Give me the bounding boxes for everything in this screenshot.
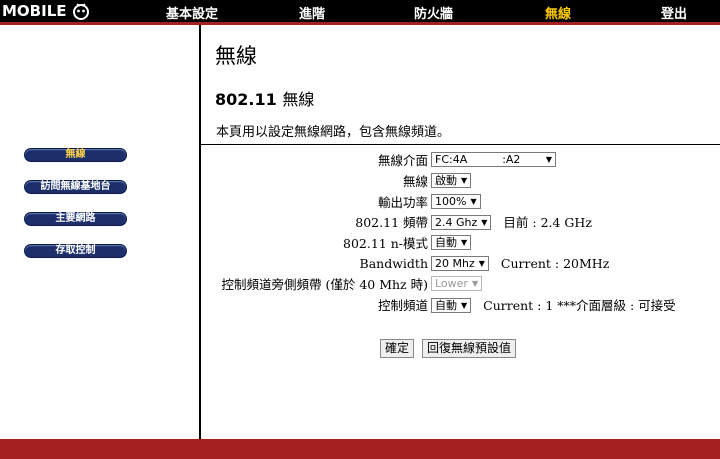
channel-select[interactable]: 自動 ▼: [431, 298, 472, 313]
channel-label: 控制頻道: [377, 298, 428, 313]
chevron-down-icon: ▼: [481, 218, 488, 227]
section-divider: [201, 144, 720, 145]
interface-label: 無線介面: [377, 153, 428, 168]
interface-select[interactable]: FC:4A :A2 ▼: [431, 152, 556, 167]
chevron-down-icon: ▼: [471, 279, 479, 288]
bandwidth-label: Bandwidth: [359, 256, 428, 271]
row-bandwidth: Bandwidth 20 Mhz ▼ Current : 20MHz: [0, 255, 720, 272]
nmode-label: 802.11 n-模式: [343, 236, 428, 251]
band-current: 目前 : 2.4 GHz: [503, 215, 592, 230]
sideband-value: Lower: [435, 277, 468, 290]
row-sideband: 控制頻道旁側頻帶 (僅於 40 Mhz 時) Lower ▼: [0, 276, 720, 293]
power-label: 輸出功率: [377, 195, 428, 210]
chevron-down-icon: ▼: [461, 238, 468, 247]
logo-text: MOBILE: [2, 2, 67, 20]
sideband-label: 控制頻道旁側頻帶 (僅於 40 Mhz 時): [221, 277, 429, 292]
bandwidth-select[interactable]: 20 Mhz ▼: [431, 256, 489, 271]
nav-advanced[interactable]: 進階: [299, 3, 325, 22]
row-interface: 無線介面 FC:4A :A2 ▼: [0, 152, 720, 169]
nav-wireless[interactable]: 無線: [545, 3, 571, 22]
top-nav-bar: MOBILE 基本設定 進階 防火牆 無線 登出: [0, 0, 720, 22]
band-select[interactable]: 2.4 Ghz ▼: [431, 215, 492, 230]
page-title: 無線: [215, 44, 257, 68]
power-value: 100%: [435, 195, 467, 208]
ok-button[interactable]: 確定: [380, 339, 415, 358]
subtitle-suffix: 無線: [282, 90, 315, 109]
bandwidth-current: Current : 20MHz: [500, 256, 610, 271]
chevron-down-icon: ▼: [545, 155, 552, 164]
nav-firewall[interactable]: 防火牆: [414, 3, 453, 22]
channel-value: 自動: [435, 299, 457, 312]
row-nmode: 802.11 n-模式 自動 ▼: [0, 235, 720, 252]
page-subtitle: 802.11 無線: [215, 86, 314, 110]
nmode-select[interactable]: 自動 ▼: [431, 235, 472, 250]
nmode-value: 自動: [435, 236, 457, 249]
sidebar-divider: [199, 25, 201, 439]
wireless-value: 啟動: [435, 174, 457, 187]
bandwidth-value: 20 Mhz: [435, 257, 475, 270]
chevron-down-icon: ▼: [470, 197, 477, 206]
power-select[interactable]: 100% ▼: [431, 194, 481, 209]
nav-basic-settings[interactable]: 基本設定: [166, 3, 218, 22]
row-band: 802.11 頻帶 2.4 Ghz ▼ 目前 : 2.4 GHz: [0, 214, 720, 231]
footer-bar: [0, 439, 720, 459]
chevron-down-icon: ▼: [461, 301, 468, 310]
subtitle-prefix: 802.11: [215, 90, 277, 109]
sideband-select[interactable]: Lower ▼: [431, 276, 483, 291]
chevron-down-icon: ▼: [461, 176, 468, 185]
header-divider: [0, 22, 720, 25]
band-label: 802.11 頻帶: [355, 215, 428, 230]
chevron-down-icon: ▼: [478, 259, 485, 268]
wireless-select[interactable]: 啟動 ▼: [431, 173, 472, 188]
row-channel: 控制頻道 自動 ▼ Current : 1 ***介面層級 : 可接受: [0, 297, 720, 314]
band-value: 2.4 Ghz: [435, 216, 478, 229]
row-wireless: 無線 啟動 ▼: [0, 173, 720, 190]
interface-value: FC:4A :A2: [435, 153, 521, 166]
logo-mascot-icon: [72, 3, 89, 20]
nav-logout[interactable]: 登出: [661, 3, 687, 22]
channel-current: Current : 1 ***介面層級 : 可接受: [483, 298, 676, 313]
row-power: 輸出功率 100% ▼: [0, 194, 720, 211]
brand-logo: MOBILE: [2, 1, 92, 21]
page-description: 本頁用以設定無線網路，包含無線頻道。: [216, 125, 451, 140]
restore-defaults-button[interactable]: 回復無線預設值: [422, 339, 517, 358]
wireless-label: 無線: [402, 174, 428, 189]
